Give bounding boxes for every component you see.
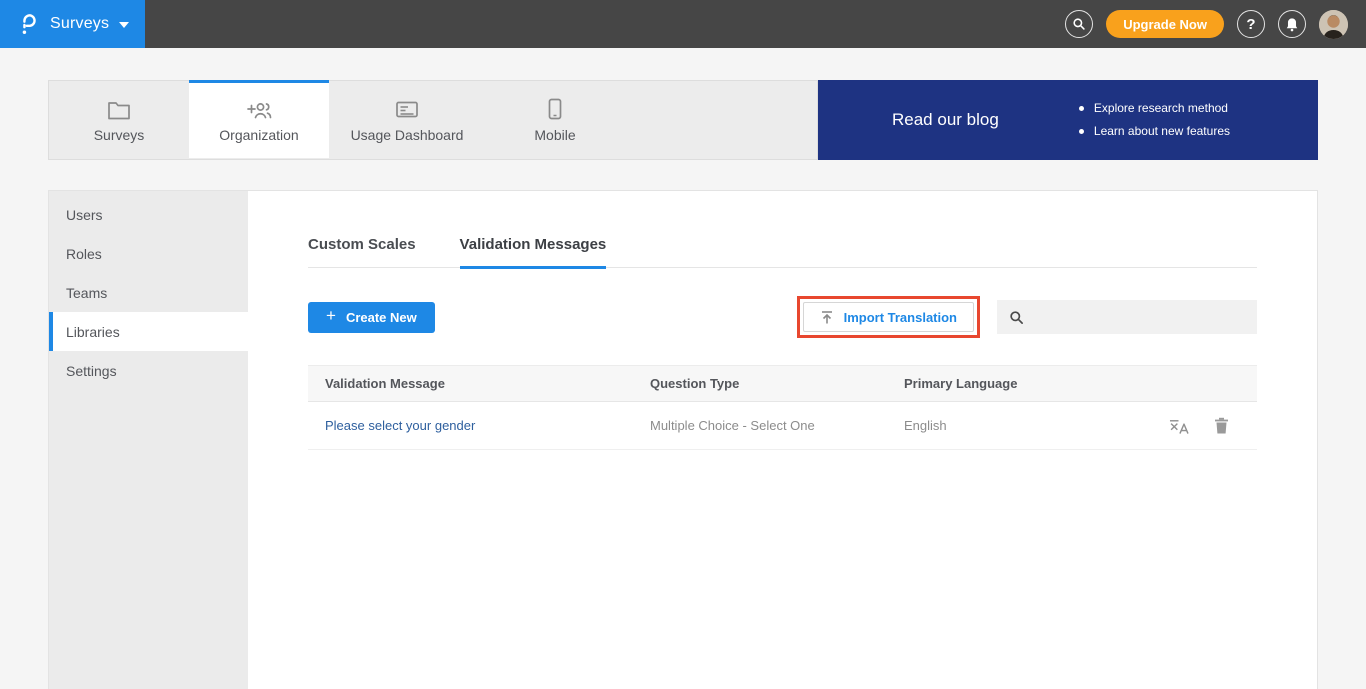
chevron-down-icon [119, 22, 129, 28]
nav-tab-surveys[interactable]: Surveys [49, 81, 189, 159]
search-icon [1072, 17, 1086, 31]
sidebar-item-label: Roles [66, 246, 102, 262]
product-name: Surveys [50, 15, 109, 33]
smartphone-icon [548, 98, 562, 120]
add-people-icon [246, 98, 272, 120]
question-mark-icon: ? [1246, 16, 1255, 33]
translate-icon [1168, 417, 1189, 435]
actions-row: + Create New Import Translation [308, 295, 1257, 339]
nav-tab-organization[interactable]: Organization [189, 80, 329, 158]
banner-bullet: Explore research method [1079, 97, 1230, 120]
questionpro-logo [18, 12, 40, 36]
bell-icon [1285, 17, 1299, 32]
question-type-cell: Multiple Choice - Select One [650, 418, 904, 433]
dashboard-card-icon [395, 98, 419, 120]
banner-bullet: Learn about new features [1079, 120, 1230, 143]
nav-tab-label: Mobile [534, 127, 575, 143]
tab-custom-scales[interactable]: Custom Scales [308, 236, 416, 269]
import-translation-highlight: Import Translation [797, 296, 980, 338]
nav-tab-label: Surveys [94, 127, 145, 143]
create-new-button[interactable]: + Create New [308, 302, 435, 333]
sidebar-item-label: Users [66, 207, 103, 223]
organization-panel: Users Roles Teams Libraries Settings Cus… [48, 190, 1318, 689]
column-header-primary-language: Primary Language [904, 376, 1094, 391]
column-header-question-type: Question Type [650, 376, 904, 391]
delete-button[interactable] [1214, 417, 1229, 434]
organization-sidebar: Users Roles Teams Libraries Settings [49, 191, 248, 689]
row-actions [1168, 417, 1257, 435]
create-new-label: Create New [346, 310, 417, 325]
product-switcher[interactable]: Surveys [0, 0, 145, 48]
sidebar-item-label: Teams [66, 285, 107, 301]
column-header-validation-message: Validation Message [308, 376, 650, 391]
validation-messages-table: Validation Message Question Type Primary… [308, 365, 1257, 450]
nav-tab-mobile[interactable]: Mobile [485, 81, 625, 159]
import-translation-label: Import Translation [844, 310, 957, 325]
avatar-photo [1319, 10, 1348, 39]
nav-tab-usage-dashboard[interactable]: Usage Dashboard [329, 81, 485, 159]
sidebar-item-settings[interactable]: Settings [49, 351, 248, 390]
validation-message-link[interactable]: Please select your gender [325, 418, 475, 433]
help-button[interactable]: ? [1237, 10, 1265, 38]
sidebar-item-roles[interactable]: Roles [49, 234, 248, 273]
library-tabs: Custom Scales Validation Messages [308, 236, 1257, 268]
user-avatar[interactable] [1319, 10, 1348, 39]
library-search [997, 300, 1257, 334]
banner-bullet-list: Explore research method Learn about new … [1079, 97, 1230, 143]
sidebar-item-label: Libraries [66, 324, 120, 340]
primary-language-cell: English [904, 418, 1094, 433]
banner-title: Read our blog [892, 110, 999, 130]
nav-tab-label: Organization [219, 127, 298, 143]
nav-tab-label: Usage Dashboard [351, 127, 464, 143]
upgrade-now-button[interactable]: Upgrade Now [1106, 10, 1224, 38]
top-bar: Surveys Upgrade Now ? [0, 0, 1366, 48]
search-icon [1009, 310, 1024, 325]
upload-icon [820, 310, 834, 325]
plus-icon: + [326, 306, 336, 326]
topbar-actions: Upgrade Now ? [1065, 10, 1366, 39]
folder-icon [107, 98, 131, 120]
library-search-input[interactable] [1032, 310, 1257, 325]
import-translation-button[interactable]: Import Translation [803, 302, 974, 332]
notifications-button[interactable] [1278, 10, 1306, 38]
search-button[interactable] [1065, 10, 1093, 38]
trash-icon [1214, 417, 1229, 434]
primary-nav: Surveys Organization Usage Dashboard [48, 80, 818, 160]
sidebar-item-libraries[interactable]: Libraries [49, 312, 248, 351]
blog-banner[interactable]: Read our blog Explore research method Le… [818, 80, 1318, 160]
table-row: Please select your gender Multiple Choic… [308, 402, 1257, 450]
translate-button[interactable] [1168, 417, 1189, 435]
sidebar-item-label: Settings [66, 363, 117, 379]
sidebar-item-users[interactable]: Users [49, 195, 248, 234]
table-header-row: Validation Message Question Type Primary… [308, 365, 1257, 402]
sidebar-item-teams[interactable]: Teams [49, 273, 248, 312]
libraries-content: Custom Scales Validation Messages + Crea… [248, 191, 1317, 689]
tab-validation-messages[interactable]: Validation Messages [460, 236, 607, 269]
